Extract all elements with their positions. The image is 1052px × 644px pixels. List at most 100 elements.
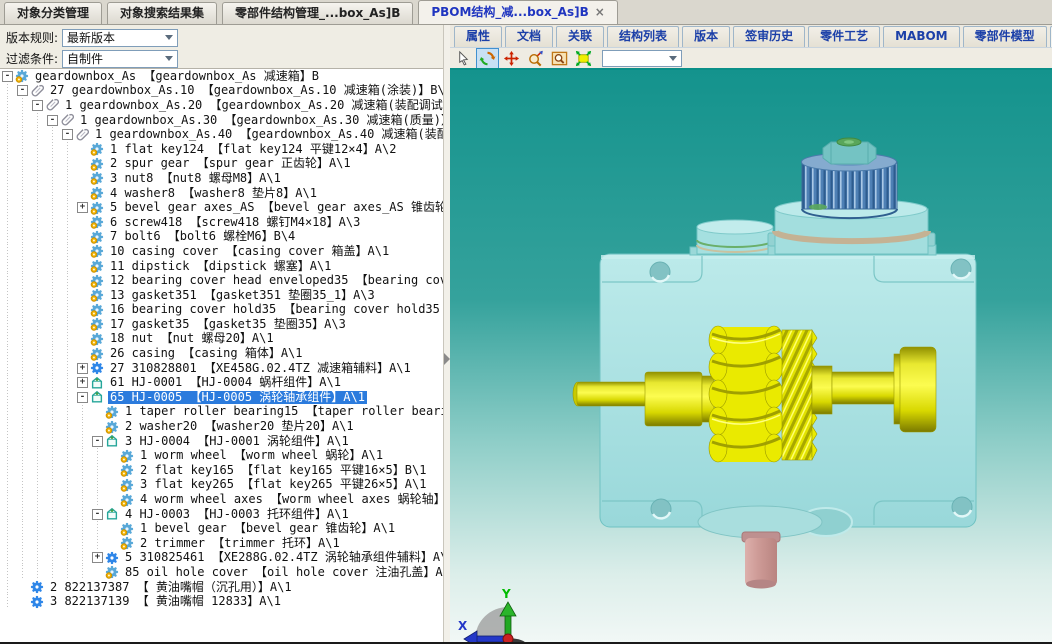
tree-row[interactable]: 6 screw418 【screw418 螺钉M4×18】A\3 [0,215,443,230]
collapse-icon[interactable]: - [2,71,13,82]
tree-node-label[interactable]: 4 worm wheel axes 【worm wheel axes 蜗轮轴】A… [138,493,443,506]
tree-row[interactable]: +61 HJ-0001 【HJ-0004 蜗杆组件】A\1 [0,375,443,390]
tree-node-label[interactable]: 5 bevel gear axes_AS 【bevel gear axes_AS… [108,201,443,214]
tree-node-label[interactable]: 5 310825461 【XE288G.02.4TZ 涡轮轴承组件辅料】A\1 [123,551,443,564]
tree-row[interactable]: 26 casing 【casing 箱体】A\1 [0,346,443,361]
detail-tab-2[interactable]: 关联 [556,26,604,47]
tree-node-label[interactable]: 2 washer20 【washer20 垫片20】A\1 [123,420,356,433]
tree-row[interactable]: 18 nut 【nut 螺母20】A\1 [0,332,443,347]
tree-row[interactable]: - 1 geardownbox_As.40 【geardownbox_As.40 … [0,127,443,142]
tree-node-label[interactable]: 11 dipstick 【dipstick 螺塞】A\1 [108,260,333,273]
tree-row[interactable]: 2 822137387 【 黄油嘴帽（沉孔用）】A\1 [0,580,443,595]
window-tab-0[interactable]: 对象分类管理 [4,2,102,24]
tree-row[interactable]: - 65 HJ-0005 【HJ-0005 涡轮轴承组件】A\1 [0,390,443,405]
collapse-icon[interactable]: - [62,129,73,140]
tree-node-label-selected[interactable]: 65 HJ-0005 【HJ-0005 涡轮轴承组件】A\1 [108,391,367,404]
select-cursor-icon[interactable] [452,48,475,69]
detail-tab-3[interactable]: 结构列表 [607,26,679,47]
tree-node-label[interactable]: 3 822137139 【 黄油嘴帽 12833】A\1 [48,595,283,608]
tree-row[interactable]: 3 flat key265 【flat key265 平键26×5】A\1 [0,478,443,493]
tree-row[interactable]: - 27 geardownbox_As.10 【geardownbox_As.10… [0,84,443,99]
tree-row[interactable]: 16 bearing cover hold35 【bearing cover h… [0,303,443,318]
tree-row[interactable]: -geardownbox_As 【geardownbox_As 减速箱】B [0,69,443,84]
detail-tab-1[interactable]: 文档 [505,26,553,47]
tree-node-label[interactable]: 1 geardownbox_As.40 【geardownbox_As.40 减… [93,128,443,141]
tree-node-label[interactable]: 3 HJ-0004 【HJ-0001 涡轮组件】A\1 [123,435,351,448]
detail-tab-8[interactable]: 零部件模型 [963,26,1047,47]
tree-node-label[interactable]: 7 bolt6 【bolt6 螺栓M6】B\4 [108,230,297,243]
tree-node-label[interactable]: 27 310828801 【XE458G.02.4TZ 减速箱辅料】A\1 [108,362,413,375]
zoom-dynamic-icon[interactable] [524,48,547,69]
bom-tree[interactable]: -geardownbox_As 【geardownbox_As 减速箱】B-27… [0,68,443,644]
expand-icon[interactable]: + [77,202,88,213]
tree-node-label[interactable]: 85 oil hole cover 【oil hole cover 注油孔盖】A… [123,566,443,579]
collapse-icon[interactable]: - [92,436,103,447]
tree-row[interactable]: +5 bevel gear axes_AS 【bevel gear axes_A… [0,200,443,215]
window-tab-2[interactable]: 零部件结构管理_...box_As]B [222,2,413,24]
tree-node-label[interactable]: 2 flat key165 【flat key165 平键16×5】B\1 [138,464,428,477]
tree-node-label[interactable]: 2 trimmer 【trimmer 托环】A\1 [138,537,342,550]
expand-icon[interactable]: + [77,377,88,388]
tree-node-label[interactable]: 10 casing cover 【casing cover 箱盖】A\1 [108,245,391,258]
pan-view-icon[interactable] [500,48,523,69]
expand-icon[interactable]: + [92,552,103,563]
tree-node-label[interactable]: 61 HJ-0001 【HJ-0004 蜗杆组件】A\1 [108,376,343,389]
tree-row[interactable]: 12 bearing cover head enveloped35 【beari… [0,273,443,288]
tree-row[interactable]: 4 worm wheel axes 【worm wheel axes 蜗轮轴】A… [0,492,443,507]
tree-node-label[interactable]: 1 geardownbox_As.20 【geardownbox_As.20 减… [63,99,443,112]
tree-row[interactable]: 4 washer8 【washer8 垫片8】A\1 [0,186,443,201]
tree-node-label[interactable]: 4 HJ-0003 【HJ-0003 托环组件】A\1 [123,508,351,521]
tree-row[interactable]: - 3 HJ-0004 【HJ-0001 涡轮组件】A\1 [0,434,443,449]
3d-viewport[interactable]: Y X [450,68,1052,644]
tree-row[interactable]: 3 822137139 【 黄油嘴帽 12833】A\1 [0,594,443,609]
tree-row[interactable]: +27 310828801 【XE458G.02.4TZ 减速箱辅料】A\1 [0,361,443,376]
tree-node-label[interactable]: 17 gasket35 【gasket35 垫圈35】A\3 [108,318,348,331]
view-preset-combo[interactable] [602,50,682,67]
tree-row[interactable]: +5 310825461 【XE288G.02.4TZ 涡轮轴承组件辅料】A\1 [0,551,443,566]
collapse-icon[interactable]: - [32,100,43,111]
tree-node-label[interactable]: 27 geardownbox_As.10 【geardownbox_As.10 … [48,84,443,97]
tree-node-label[interactable]: 26 casing 【casing 箱体】A\1 [108,347,305,360]
tree-row[interactable]: 2 washer20 【washer20 垫片20】A\1 [0,419,443,434]
tree-row[interactable]: 3 nut8 【nut8 螺母M8】A\1 [0,171,443,186]
tree-node-label[interactable]: 3 nut8 【nut8 螺母M8】A\1 [108,172,283,185]
tree-node-label[interactable]: 16 bearing cover hold35 【bearing cover h… [108,303,443,316]
detail-tab-4[interactable]: 版本 [682,26,730,47]
tree-node-label[interactable]: 1 taper roller bearing15 【taper roller b… [123,405,443,418]
tree-row[interactable]: - 1 geardownbox_As.20 【geardownbox_As.20 … [0,98,443,113]
collapse-icon[interactable]: - [47,115,58,126]
tree-node-label[interactable]: 12 bearing cover head enveloped35 【beari… [108,274,443,287]
tree-row[interactable]: 1 worm wheel 【worm wheel 蜗轮】A\1 [0,448,443,463]
tree-row[interactable]: 2 spur gear 【spur gear 正齿轮】A\1 [0,157,443,172]
tree-row[interactable]: 1 flat key124 【flat key124 平键12×4】A\2 [0,142,443,157]
tree-node-label[interactable]: 18 nut 【nut 螺母20】A\1 [108,332,276,345]
tree-row[interactable]: 85 oil hole cover 【oil hole cover 注油孔盖】A… [0,565,443,580]
tree-row[interactable]: - 4 HJ-0003 【HJ-0003 托环组件】A\1 [0,507,443,522]
tree-node-label[interactable]: 3 flat key265 【flat key265 平键26×5】A\1 [138,478,428,491]
tree-row[interactable]: 17 gasket35 【gasket35 垫圈35】A\3 [0,317,443,332]
window-tab-1[interactable]: 对象搜索结果集 [107,2,217,24]
tree-node-label[interactable]: 4 washer8 【washer8 垫片8】A\1 [108,187,319,200]
tree-node-label[interactable]: 13 gasket351 【gasket351 垫圈35_1】A\3 [108,289,377,302]
tree-row[interactable]: 7 bolt6 【bolt6 螺栓M6】B\4 [0,230,443,245]
tree-node-label[interactable]: 1 geardownbox_As.30 【geardownbox_As.30 减… [78,114,443,127]
tree-node-label[interactable]: 6 screw418 【screw418 螺钉M4×18】A\3 [108,216,362,229]
tree-node-label[interactable]: 2 822137387 【 黄油嘴帽（沉孔用）】A\1 [48,581,294,594]
tree-row[interactable]: 2 trimmer 【trimmer 托环】A\1 [0,536,443,551]
tab-close-icon[interactable]: × [595,3,605,22]
expand-icon[interactable]: + [77,363,88,374]
filter-condition-combo[interactable]: 自制件 [62,50,178,68]
tree-node-label[interactable]: 1 bevel gear 【bevel gear 锥齿轮】A\1 [138,522,397,535]
collapse-icon[interactable]: - [17,85,28,96]
version-rule-combo[interactable]: 最新版本 [62,29,178,47]
tree-node-label[interactable]: 1 flat key124 【flat key124 平键12×4】A\2 [108,143,398,156]
tree-row[interactable]: 13 gasket351 【gasket351 垫圈35_1】A\3 [0,288,443,303]
fit-all-icon[interactable] [572,48,595,69]
panel-splitter[interactable] [443,25,450,644]
tree-node-label[interactable]: 2 spur gear 【spur gear 正齿轮】A\1 [108,157,353,170]
detail-tab-0[interactable]: 属性 [454,26,502,47]
rotate-view-icon[interactable] [476,48,499,69]
collapse-icon[interactable]: - [92,509,103,520]
collapse-icon[interactable]: - [77,392,88,403]
detail-tab-5[interactable]: 签审历史 [733,26,805,47]
